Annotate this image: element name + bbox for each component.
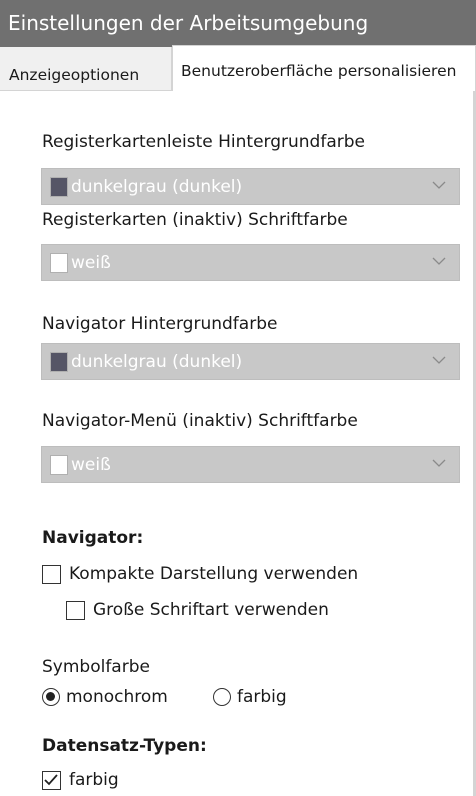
tab-inactive-font-color-label: Registerkarten (inaktiv) Schriftfarbe: [42, 210, 348, 230]
chevron-down-icon: [432, 356, 446, 364]
tab-inactive-font-color-select[interactable]: weiß: [41, 244, 460, 281]
navigator-menu-font-color-select[interactable]: weiß: [41, 446, 460, 483]
radio-monochrome-row[interactable]: monochrom: [42, 687, 168, 707]
radio-monochrome[interactable]: [42, 688, 60, 706]
tab-strip: Anzeigeoptionen Benutzeroberfläche perso…: [0, 45, 476, 92]
compact-view-checkbox-row[interactable]: Kompakte Darstellung verwenden: [42, 564, 358, 584]
record-types-heading: Datensatz-Typen:: [42, 736, 207, 756]
tab-benutzeroberflaeche[interactable]: Benutzeroberfläche personalisieren: [172, 45, 476, 92]
color-swatch-icon: [50, 177, 68, 197]
color-swatch-icon: [50, 352, 68, 372]
large-font-checkbox[interactable]: [66, 600, 85, 620]
tab-anzeigeoptionen[interactable]: Anzeigeoptionen: [0, 47, 172, 91]
radio-colored-label: farbig: [237, 687, 287, 707]
chevron-down-icon: [432, 181, 446, 189]
record-types-colored-label: farbig: [69, 770, 119, 790]
tabbar-bg-color-select[interactable]: dunkelgrau (dunkel): [41, 168, 460, 205]
select-value: dunkelgrau (dunkel): [71, 352, 243, 372]
select-value: weiß: [71, 455, 111, 475]
color-swatch-icon: [50, 455, 68, 475]
radio-colored[interactable]: [213, 688, 231, 706]
large-font-checkbox-row[interactable]: Große Schriftart verwenden: [66, 600, 329, 620]
settings-panel: Registerkartenleiste Hintergrundfarbe du…: [0, 91, 476, 796]
chevron-down-icon: [432, 459, 446, 467]
tabbar-bg-color-label: Registerkartenleiste Hintergrundfarbe: [42, 132, 365, 152]
record-types-colored-row[interactable]: farbig: [42, 770, 119, 790]
large-font-label: Große Schriftart verwenden: [93, 600, 329, 620]
select-value: dunkelgrau (dunkel): [71, 177, 243, 197]
window-title: Einstellungen der Arbeitsumgebung: [0, 0, 476, 47]
radio-colored-row[interactable]: farbig: [213, 687, 287, 707]
radio-monochrome-label: monochrom: [66, 687, 168, 707]
navigator-menu-font-color-label: Navigator-Menü (inaktiv) Schriftfarbe: [42, 411, 358, 431]
record-types-colored-checkbox[interactable]: [42, 770, 61, 790]
select-value: weiß: [71, 253, 111, 273]
compact-view-checkbox[interactable]: [42, 564, 61, 584]
navigator-bg-color-select[interactable]: dunkelgrau (dunkel): [41, 343, 460, 380]
symbol-color-label: Symbolfarbe: [42, 657, 150, 677]
color-swatch-icon: [50, 253, 68, 273]
chevron-down-icon: [432, 257, 446, 265]
navigator-bg-color-label: Navigator Hintergrundfarbe: [42, 314, 278, 334]
compact-view-label: Kompakte Darstellung verwenden: [69, 564, 359, 584]
navigator-heading: Navigator:: [42, 528, 144, 548]
